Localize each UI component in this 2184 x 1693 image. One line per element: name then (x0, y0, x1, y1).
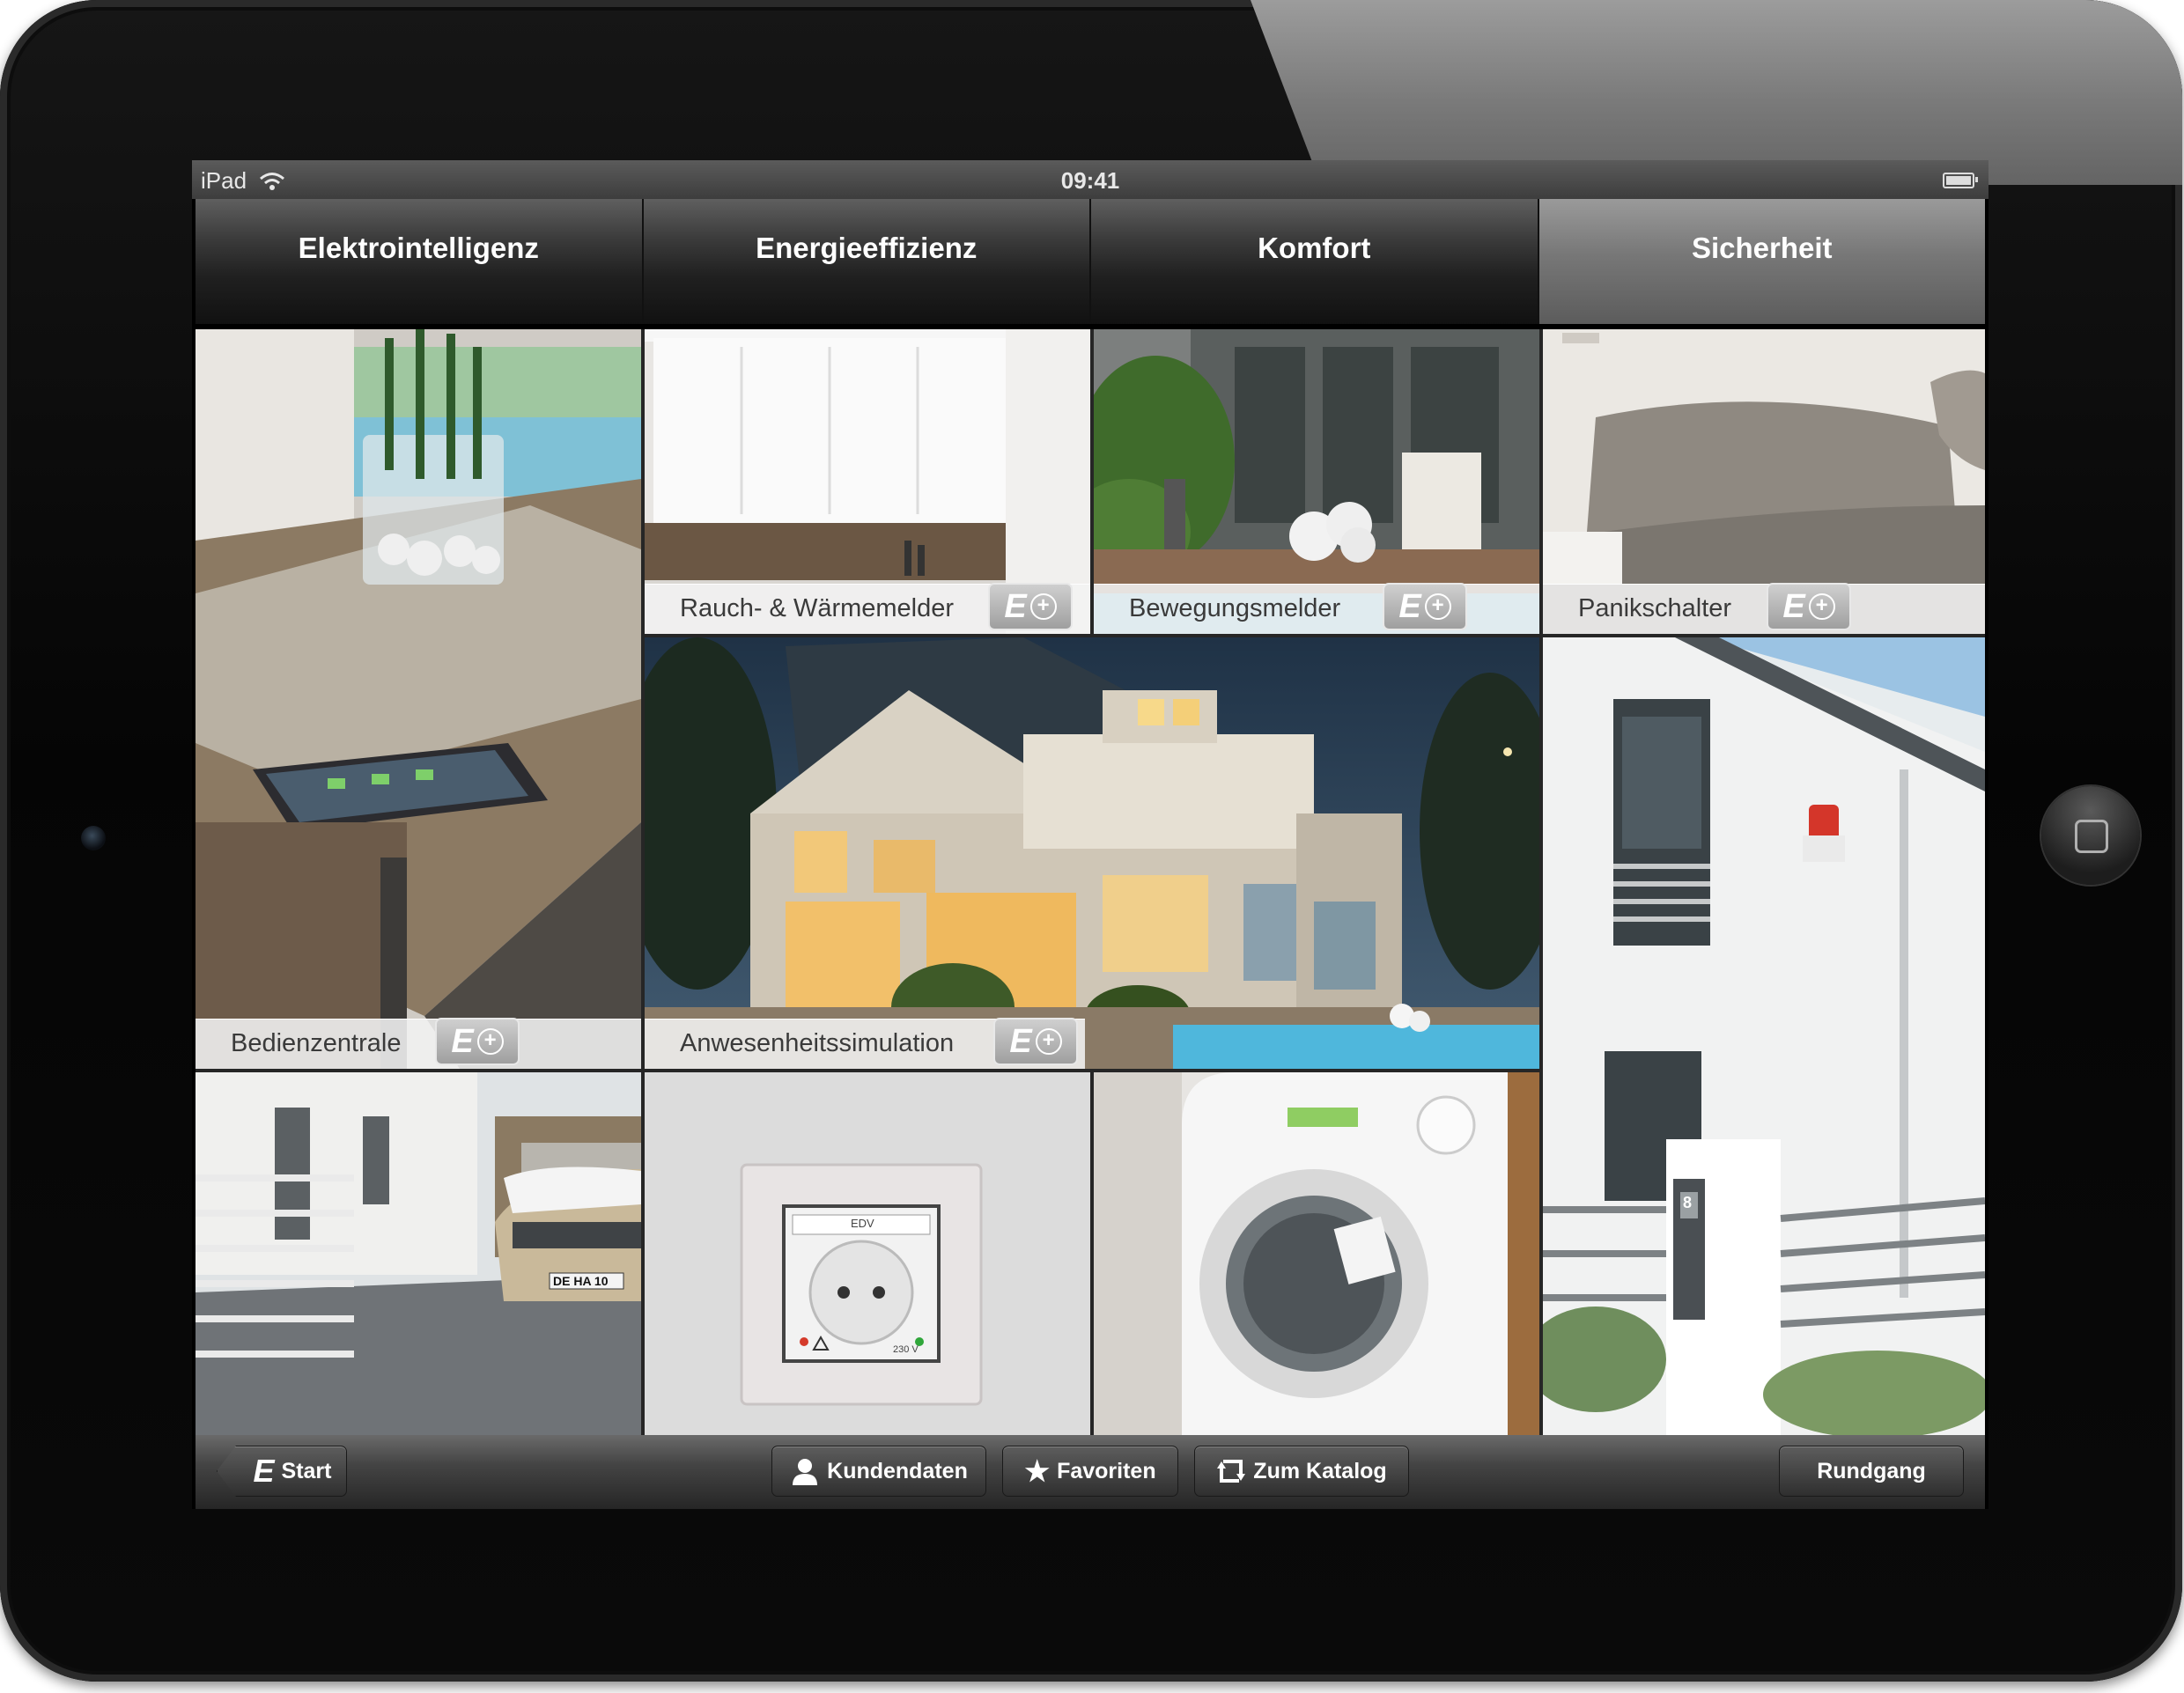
camera-icon (81, 826, 106, 850)
house-facade-image (1543, 637, 1985, 1435)
e-plus-icon[interactable]: E + (435, 1018, 520, 1065)
house-night-image (645, 637, 1539, 1069)
screen: iPad 09:41 Elektrointelligenz Energieeff… (192, 160, 1988, 1509)
tile-panikschalter[interactable]: Panikschalter E + (1543, 329, 1985, 634)
tile-label-bedienzentrale: Bedienzentrale (231, 1029, 402, 1057)
socket-label: EDV (851, 1217, 874, 1230)
refresh-icon (1217, 1460, 1246, 1483)
start-button[interactable]: E Start (217, 1446, 347, 1497)
e-plus-icon[interactable]: E + (993, 1018, 1078, 1065)
tile-washing-machine[interactable] (1094, 1072, 1539, 1435)
favoriten-button[interactable]: ★ Favoriten (1002, 1446, 1178, 1497)
dining-table-image (196, 329, 641, 1069)
zum-katalog-label: Zum Katalog (1253, 1458, 1387, 1483)
kundendaten-button[interactable]: Kundendaten (771, 1446, 986, 1497)
tile-label-anwesenheit: Anwesenheitssimulation (680, 1029, 955, 1057)
tab-komfort[interactable]: Komfort (1091, 199, 1539, 324)
rundgang-label: Rundgang (1817, 1458, 1926, 1483)
tab-energieeffizienz[interactable]: Energieeffizienz (643, 199, 1091, 324)
garage-image (196, 1072, 641, 1435)
user-icon (793, 1459, 818, 1485)
tab-elektrointelligenz[interactable]: Elektrointelligenz (196, 199, 644, 324)
tile-house-exterior[interactable]: 8 (1543, 637, 1985, 1435)
tab-sicherheit[interactable]: Sicherheit (1538, 199, 1985, 324)
intercom-number: 8 (1683, 1194, 1693, 1211)
frame-glare (1251, 0, 2182, 185)
tile-anwesenheitssimulation[interactable]: Anwesenheitssimulation E + (645, 637, 1539, 1069)
tile-garage-car[interactable]: DE HA 10 (196, 1072, 641, 1435)
zum-katalog-button[interactable]: Zum Katalog (1194, 1446, 1409, 1497)
tile-bewegungsmelder[interactable]: Bewegungsmelder E + (1094, 329, 1539, 634)
socket-image (645, 1072, 1090, 1435)
home-button-icon[interactable] (2041, 786, 2140, 885)
e-plus-icon[interactable]: E + (1767, 583, 1851, 630)
battery-icon (1943, 173, 1978, 188)
tile-label-rauch: Rauch- & Wärmemelder (680, 594, 955, 622)
tile-label-bewegung: Bewegungsmelder (1129, 594, 1341, 622)
status-bar: iPad 09:41 (192, 160, 1988, 199)
washing-machine-image (1094, 1072, 1539, 1435)
e-plus-icon[interactable]: E + (1383, 583, 1467, 630)
start-label: Start (281, 1458, 332, 1483)
rundgang-button[interactable]: Rundgang (1779, 1446, 1964, 1497)
category-tabs: Elektrointelligenz Energieeffizienz Komf… (196, 199, 1985, 324)
tile-socket[interactable]: EDV 230 V (645, 1072, 1090, 1435)
socket-voltage: 230 V (893, 1344, 919, 1355)
tile-bedienzentrale[interactable]: Bedienzentrale E + (196, 329, 641, 1069)
favoriten-label: Favoriten (1057, 1458, 1156, 1483)
tile-grid: Bedienzentrale E + Rauch- & Wärmemelder … (196, 329, 1985, 1435)
tile-label-panik: Panikschalter (1578, 594, 1732, 622)
tile-rauch-waermemelder[interactable]: Rauch- & Wärmemelder E + (645, 329, 1090, 634)
car-license-plate: DE HA 10 (553, 1274, 609, 1288)
kundendaten-label: Kundendaten (827, 1458, 968, 1483)
star-icon: ★ (1024, 1455, 1051, 1487)
ipad-frame: iPad 09:41 Elektrointelligenz Energieeff… (0, 0, 2182, 1682)
bottom-toolbar: E Start Kundendaten ★ Favoriten Zum Kata… (196, 1435, 1985, 1509)
status-time: 09:41 (1060, 167, 1120, 194)
e-logo-icon: E (253, 1453, 275, 1489)
e-plus-icon[interactable]: E + (988, 583, 1073, 630)
